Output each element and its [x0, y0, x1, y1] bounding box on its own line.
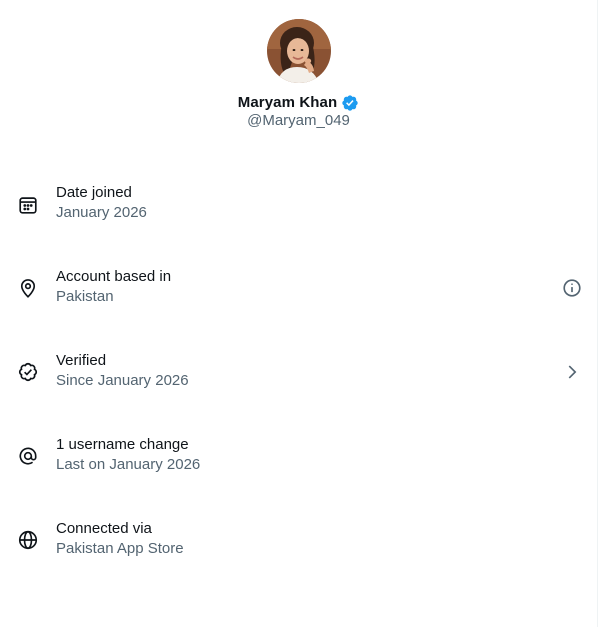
avatar[interactable] — [267, 19, 331, 83]
item-subtitle: Since January 2026 — [56, 372, 189, 389]
info-icon[interactable] — [561, 277, 583, 299]
item-text: Connected via Pakistan App Store — [56, 519, 184, 559]
item-text: Account based in Pakistan — [56, 267, 171, 307]
calendar-icon — [17, 194, 39, 216]
item-title: Verified — [56, 352, 107, 369]
user-handle: @Maryam_049 — [247, 112, 350, 129]
about-item-username-change: 1 username change Last on January 2026 — [0, 435, 597, 519]
profile-header: Maryam Khan @Maryam_049 — [0, 0, 597, 140]
verified-badge-icon[interactable] — [341, 94, 359, 112]
item-text: Date joined January 2026 — [56, 183, 147, 223]
item-title: 1 username change — [56, 436, 189, 453]
item-title: Date joined — [56, 184, 132, 201]
panel-divider — [597, 0, 598, 627]
verified-check-icon — [17, 361, 39, 383]
display-name: Maryam Khan — [237, 93, 338, 111]
about-item-date-joined: Date joined January 2026 — [0, 183, 597, 267]
about-item-connected-via: Connected via Pakistan App Store — [0, 519, 597, 603]
item-subtitle: Pakistan App Store — [56, 540, 184, 557]
item-title: Account based in — [56, 268, 172, 285]
name-row: Maryam Khan — [0, 91, 597, 113]
chevron-right-icon[interactable] — [561, 361, 583, 383]
location-pin-icon — [17, 277, 39, 299]
at-sign-icon — [17, 445, 39, 467]
item-subtitle: Pakistan — [56, 288, 114, 305]
item-text: Verified Since January 2026 — [56, 351, 189, 391]
item-subtitle: Last on January 2026 — [56, 456, 201, 473]
globe-icon — [17, 529, 39, 551]
item-text: 1 username change Last on January 2026 — [56, 435, 200, 475]
about-item-account-based-in: Account based in Pakistan — [0, 267, 597, 351]
item-title: Connected via — [56, 520, 152, 537]
about-item-verified[interactable]: Verified Since January 2026 — [0, 351, 597, 435]
item-subtitle: January 2026 — [56, 204, 147, 221]
